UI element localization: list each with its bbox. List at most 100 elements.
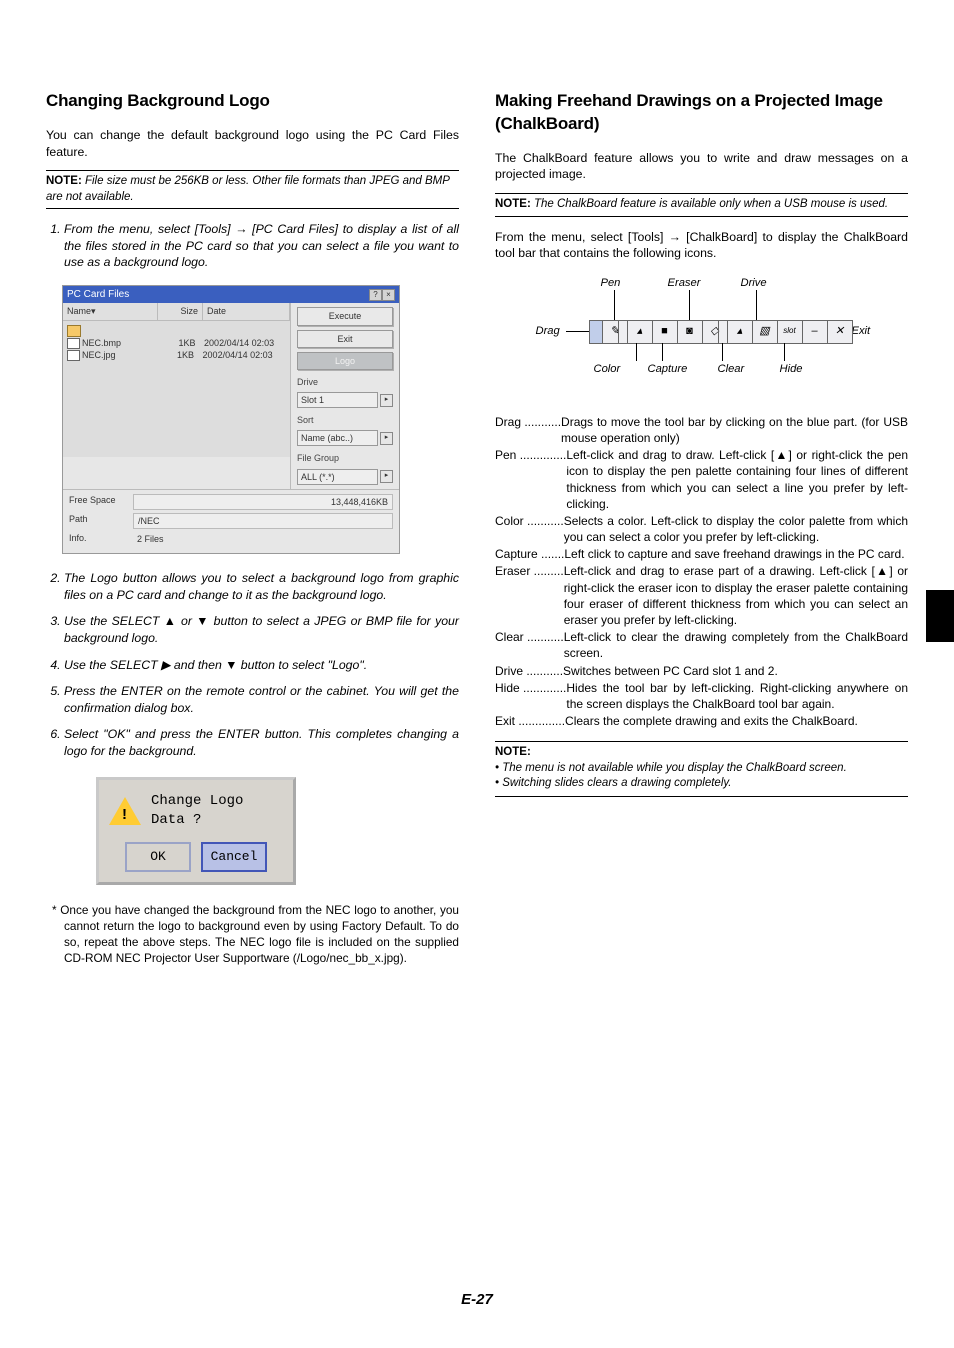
side-tab-marker xyxy=(926,590,954,642)
note-text: The ChalkBoard feature is available only… xyxy=(531,198,888,210)
drag-handle[interactable] xyxy=(589,320,603,344)
def-text: Clears the complete drawing and exits th… xyxy=(565,713,908,729)
file-pane: Name▾ Size Date NEC.bmp 1KB 2002/04/14 0… xyxy=(63,303,291,488)
sort-label: Sort xyxy=(297,414,393,426)
note-text: File size must be 256KB or less. Other f… xyxy=(46,175,450,203)
chevron-down-icon[interactable]: ▸ xyxy=(380,394,393,407)
dialog-text: Change Logo Data ? xyxy=(151,792,283,830)
window-title-bar[interactable]: PC Card Files ? × xyxy=(63,286,399,304)
def-text: Selects a color. Left-click to display t… xyxy=(564,513,908,545)
note-label: NOTE: xyxy=(46,175,82,187)
file-name: NEC.jpg xyxy=(82,350,116,360)
right-note: NOTE: The ChalkBoard feature is availabl… xyxy=(495,193,908,217)
window-title: PC Card Files xyxy=(67,288,129,302)
file-date: 2002/04/14 02:03 xyxy=(204,338,274,348)
col-name[interactable]: Name▾ xyxy=(63,303,158,319)
label-clear: Clear xyxy=(718,362,745,377)
free-space-label: Free Space xyxy=(69,494,127,510)
close-icon[interactable]: × xyxy=(382,289,395,301)
info-value: 2 Files xyxy=(133,532,393,546)
def-term: Clear xyxy=(495,630,524,644)
file-size: 1KB xyxy=(158,349,194,361)
def-term: Hide xyxy=(495,681,520,695)
help-icon[interactable]: ? xyxy=(369,289,382,301)
filegroup-field[interactable]: ALL (*.*) xyxy=(297,469,378,485)
cancel-button[interactable]: Cancel xyxy=(201,842,267,872)
right-para: From the menu, select [Tools] → [ChalkBo… xyxy=(495,229,908,262)
color-icon[interactable]: ■ xyxy=(652,320,678,344)
eraser-icon[interactable]: ◇ xyxy=(702,320,728,344)
def-term: Drive xyxy=(495,664,523,678)
note2-item: • The menu is not available while you di… xyxy=(495,761,908,777)
def-term: Capture xyxy=(495,547,538,561)
confirm-dialog: Change Logo Data ? OK Cancel xyxy=(96,777,296,884)
right-intro: The ChalkBoard feature allows you to wri… xyxy=(495,150,908,183)
page-number: E-27 xyxy=(0,1291,954,1308)
side-pane: Execute Exit Logo Drive Slot 1▸ Sort Nam… xyxy=(291,303,399,488)
logo-button[interactable]: Logo xyxy=(297,352,393,370)
capture-icon[interactable]: ◙ xyxy=(677,320,703,344)
left-column: Changing Background Logo You can change … xyxy=(46,90,459,966)
free-space-value: 13,448,416KB xyxy=(133,494,393,510)
def-text: Left-click and drag to erase part of a d… xyxy=(564,563,908,628)
folder-row[interactable] xyxy=(67,325,286,338)
def-term: Exit xyxy=(495,714,515,728)
def-term: Pen xyxy=(495,448,516,462)
window-footer: Free Space13,448,416KB Path/NEC Info.2 F… xyxy=(63,489,399,553)
label-pen: Pen xyxy=(601,276,621,291)
left-note: NOTE: File size must be 256KB or less. O… xyxy=(46,170,459,209)
steps-list-cont: The Logo button allows you to select a b… xyxy=(46,570,459,759)
path-label: Path xyxy=(69,513,127,529)
col-size[interactable]: Size xyxy=(158,303,203,319)
def-text: Left click to capture and save freehand … xyxy=(564,546,908,562)
label-drag: Drag xyxy=(536,324,560,339)
note2-item: • Switching slides clears a drawing comp… xyxy=(495,776,908,797)
file-size: 1KB xyxy=(160,337,196,349)
dropdown-icon[interactable]: ▴ xyxy=(627,320,653,344)
label-capture: Capture xyxy=(648,362,688,377)
def-text: Left-click and drag to draw. Left-click … xyxy=(566,447,908,512)
chalkboard-toolbar[interactable]: ✎ ▴ ■ ◙ ◇ ▴ ▧ slot – ✕ xyxy=(590,320,853,344)
pc-card-files-window: PC Card Files ? × Name▾ Size Date xyxy=(62,285,400,554)
label-hide: Hide xyxy=(780,362,803,377)
definition-list: Drag ........... Drags to move the tool … xyxy=(495,414,908,730)
exit-button[interactable]: Exit xyxy=(297,330,393,348)
right-note2-head: NOTE: xyxy=(495,741,908,761)
left-intro: You can change the default background lo… xyxy=(46,127,459,160)
path-value: /NEC xyxy=(133,513,393,529)
step-5: Press the ENTER on the remote control or… xyxy=(64,683,459,716)
list-item[interactable]: NEC.jpg 1KB 2002/04/14 02:03 xyxy=(67,349,286,361)
list-item[interactable]: NEC.bmp 1KB 2002/04/14 02:03 xyxy=(67,337,286,349)
drive-field[interactable]: Slot 1 xyxy=(297,392,378,408)
label-drive: Drive xyxy=(741,276,767,291)
execute-button[interactable]: Execute xyxy=(297,307,393,325)
label-exit: Exit xyxy=(852,324,871,339)
dropdown-icon[interactable]: ▴ xyxy=(727,320,753,344)
chevron-down-icon[interactable]: ▸ xyxy=(380,470,393,483)
chevron-down-icon[interactable]: ▸ xyxy=(380,432,393,445)
def-term: Drag xyxy=(495,415,521,429)
note-label: NOTE: xyxy=(495,198,531,210)
step-2: The Logo button allows you to select a b… xyxy=(64,570,459,603)
chalkboard-figure: Pen Eraser Drive Drag Exit ✎ ▴ ■ ◙ ◇ ▴ ▧… xyxy=(522,276,882,396)
drive-icon[interactable]: slot xyxy=(777,320,803,344)
col-date[interactable]: Date xyxy=(203,303,290,319)
file-icon xyxy=(67,350,80,361)
warning-icon xyxy=(109,797,141,825)
step-6: Select "OK" and press the ENTER button. … xyxy=(64,726,459,759)
left-heading: Changing Background Logo xyxy=(46,90,459,113)
def-text: Switches between PC Card slot 1 and 2. xyxy=(563,663,908,679)
step-1: From the menu, select [Tools] → [PC Card… xyxy=(64,221,459,271)
drive-label: Drive xyxy=(297,376,393,388)
sort-field[interactable]: Name (abc..) xyxy=(297,430,378,446)
file-name: NEC.bmp xyxy=(82,338,121,348)
ok-button[interactable]: OK xyxy=(125,842,191,872)
def-text: Drags to move the tool bar by clicking o… xyxy=(561,414,908,446)
clear-icon[interactable]: ▧ xyxy=(752,320,778,344)
file-icon xyxy=(67,338,80,349)
step-4: Use the SELECT ▶ and then ▼ button to se… xyxy=(64,657,459,674)
exit-icon[interactable]: ✕ xyxy=(827,320,853,344)
hide-icon[interactable]: – xyxy=(802,320,828,344)
pen-icon[interactable]: ✎ xyxy=(602,320,628,344)
def-text: Left-click to clear the drawing complete… xyxy=(564,629,908,661)
